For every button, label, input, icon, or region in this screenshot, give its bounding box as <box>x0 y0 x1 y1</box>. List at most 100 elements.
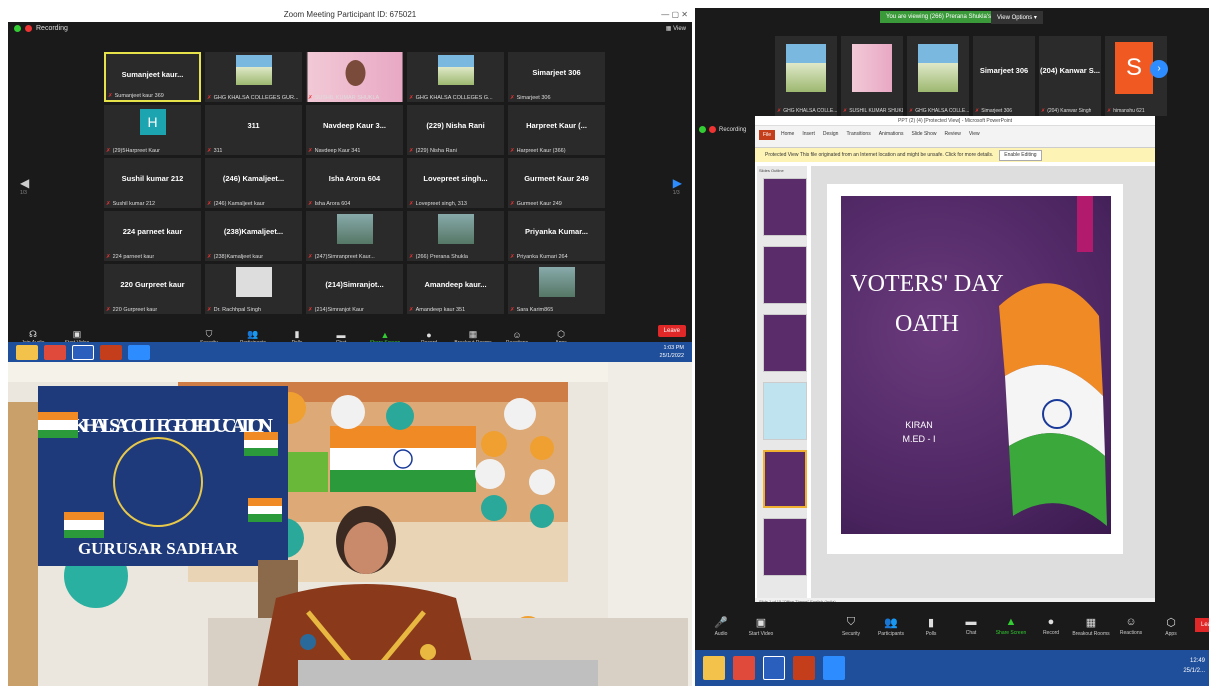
slide-thumb[interactable] <box>763 178 807 236</box>
polls-icon: ▮ <box>294 329 300 339</box>
participant-tile[interactable]: 220 Gurpreet kaur ✗ 220 Gurpreet kaur <box>104 264 201 314</box>
participant-tile[interactable]: ✗ SUSHIL KUMAR SHUKLA <box>306 52 403 102</box>
powerpoint-icon[interactable] <box>793 656 815 680</box>
participant-tile[interactable]: ✗ GHG KHALSA COLLE... <box>775 36 837 116</box>
participant-tile[interactable]: Amandeep kaur... ✗ Amandeep kaur 351 <box>407 264 504 314</box>
next-page-arrow[interactable]: ▶ 1/3 <box>673 176 682 196</box>
participant-tile[interactable]: ✗ GHG KHALSA COLLEGES G... <box>407 52 504 102</box>
slide-thumb[interactable] <box>763 450 807 508</box>
participant-tile[interactable]: ✗ GHG KHALSA COLLEGES GUR... <box>205 52 302 102</box>
participant-tile[interactable]: ✗ Sara Karim865 <box>508 264 605 314</box>
audio-button[interactable]: 🎤 Audio <box>701 616 741 637</box>
muted-mic-icon: ✗ <box>409 201 414 207</box>
participant-caption: ✗ (246) Kamaljeet kaur <box>207 201 265 207</box>
muted-mic-icon: ✗ <box>207 307 212 313</box>
slide-thumb[interactable] <box>763 518 807 576</box>
ribbon-tab[interactable]: View <box>969 131 980 137</box>
start-video-button[interactable]: ▣Start Video <box>741 616 781 637</box>
participant-tile[interactable]: (246) Kamaljeet... ✗ (246) Kamaljeet kaur <box>205 158 302 208</box>
participant-name: (246) Kamaljeet... <box>222 174 285 183</box>
polls-button[interactable]: ▮Polls <box>911 616 951 637</box>
ribbon-tab[interactable]: Transitions <box>846 131 870 137</box>
flag-graphic <box>999 283 1107 526</box>
apps-button[interactable]: ⬡Apps <box>1151 616 1191 637</box>
word-icon[interactable] <box>72 344 94 360</box>
participant-tile[interactable]: (229) Nisha Rani ✗ (229) Nisha Rani <box>407 105 504 155</box>
leave-button[interactable]: Leave <box>657 325 686 337</box>
classroom-photo: GHG KHALSA COLLEGE OF EDUCATION GURUSAR … <box>8 362 692 686</box>
ribbon-tab[interactable]: Insert <box>802 131 815 137</box>
chat-button[interactable]: ▬Chat <box>951 616 991 636</box>
muted-mic-icon: ✗ <box>1041 108 1046 114</box>
muted-mic-icon: ✗ <box>308 148 313 154</box>
participant-caption: ✗ (204) Kanwar Singh <box>1041 108 1092 114</box>
participant-tile[interactable]: ✗ (247)Simranpreet Kaur... <box>306 211 403 261</box>
participant-name: (214)Simranjot... <box>325 280 384 289</box>
ribbon-tab[interactable]: Animations <box>879 131 904 137</box>
word-icon[interactable] <box>763 656 785 680</box>
muted-mic-icon: ✗ <box>510 254 515 260</box>
prev-page-arrow[interactable]: ◀ 1/3 <box>20 176 29 196</box>
participant-tile[interactable]: (214)Simranjot... ✗ (214)Simranjot Kaur <box>306 264 403 314</box>
participant-tile[interactable]: ✗ SUSHIL KUMAR SHUKLA <box>841 36 903 116</box>
participant-tile[interactable]: 311 ✗ 311 <box>205 105 302 155</box>
slide-thumb[interactable] <box>763 382 807 440</box>
reactions-button[interactable]: ☺Reactions <box>1111 616 1151 636</box>
share-screen-icon: ▲ <box>380 330 390 340</box>
slide-thumb[interactable] <box>763 314 807 372</box>
participant-tile[interactable]: (204) Kanwar S... ✗ (204) Kanwar Singh <box>1039 36 1101 116</box>
participant-tile[interactable]: Gurmeet Kaur 249 ✗ Gurmeet Kaur 249 <box>508 158 605 208</box>
view-options-button[interactable]: View Options ▾ <box>991 11 1043 24</box>
participant-caption: ✗ 220 Gurpreet kaur <box>106 307 158 313</box>
chrome-icon[interactable] <box>733 656 755 680</box>
ribbon-tab[interactable]: Home <box>781 131 794 137</box>
participant-name: 220 Gurpreet kaur <box>120 280 185 289</box>
participant-avatar: S <box>1115 42 1153 94</box>
slide-accent <box>1077 196 1093 252</box>
breakout-rooms-button[interactable]: ▦Breakout Rooms <box>1071 616 1111 637</box>
record-button[interactable]: ●Record <box>1031 616 1071 636</box>
security-button[interactable]: ⛉Security <box>831 616 871 637</box>
participant-tile[interactable]: ✗ GHG KHALSA COLLE... <box>907 36 969 116</box>
participant-tile[interactable]: H ✗ (29)5Harpreet Kaur <box>104 105 201 155</box>
file-explorer-icon[interactable] <box>16 344 38 360</box>
zoom-icon[interactable] <box>128 344 150 360</box>
participant-tile[interactable]: Sumanjeet kaur... ✗ Sumanjeet kaur 369 <box>104 52 201 102</box>
ribbon-tab[interactable]: Design <box>823 131 839 137</box>
window-controls[interactable]: — ▢ ✕ <box>661 8 688 22</box>
participant-tile[interactable]: Lovepreet singh... ✗ Lovepreet singh, 313 <box>407 158 504 208</box>
participant-tile[interactable]: Navdeep Kaur 3... ✗ Navdeep Kaur 341 <box>306 105 403 155</box>
powerpoint-icon[interactable] <box>100 344 122 360</box>
thumbs-tabs[interactable]: Slides Outline <box>757 166 807 175</box>
participant-tile[interactable]: Simarjeet 306 ✗ Simarjeet 306 <box>508 52 605 102</box>
share-screen-button[interactable]: ▲Share Screen <box>991 616 1031 636</box>
file-menu[interactable]: File <box>759 130 776 140</box>
zoom-icon[interactable] <box>823 656 845 680</box>
zoom-window-left: Zoom Meeting Participant ID: 675021— ▢ ✕… <box>8 8 692 362</box>
ribbon-tab[interactable]: Review <box>944 131 960 137</box>
participant-tile[interactable]: (238)Kamaljeet... ✗ (238)Kamaljeet kaur <box>205 211 302 261</box>
slide-thumb[interactable] <box>763 246 807 304</box>
participant-tile[interactable]: 224 parneet kaur ✗ 224 parneet kaur <box>104 211 201 261</box>
file-explorer-icon[interactable] <box>703 656 725 680</box>
ribbon-tab[interactable]: Slide Show <box>911 131 936 137</box>
next-participants-button[interactable]: › <box>1150 60 1168 78</box>
participant-caption: ✗ Gurmeet Kaur 249 <box>510 201 562 207</box>
participant-tile[interactable]: Priyanka Kumar... ✗ Priyanka Kumari 264 <box>508 211 605 261</box>
participants-button[interactable]: 👥Participants <box>871 616 911 637</box>
participant-tile[interactable]: Sushil kumar 212 ✗ Sushil kumar 212 <box>104 158 201 208</box>
participant-tile[interactable]: Harpreet Kaur (... ✗ Harpreet Kaur (366) <box>508 105 605 155</box>
view-button[interactable]: ▦ View <box>666 25 686 32</box>
enable-editing-button[interactable]: Enable Editing <box>999 150 1042 161</box>
participant-caption: ✗ himanshu 621 <box>1107 108 1145 114</box>
participant-tile[interactable]: ✗ (266) Prerana Shukla <box>407 211 504 261</box>
join-audio-icon: ☊ <box>29 329 37 339</box>
participant-tile[interactable]: Simarjeet 306 ✗ Simarjeet 306 <box>973 36 1035 116</box>
chrome-icon[interactable] <box>44 344 66 360</box>
participant-tile[interactable]: Isha Arora 604 ✗ Isha Arora 604 <box>306 158 403 208</box>
participant-tile[interactable]: ✗ Dr. Rachhpal Singh <box>205 264 302 314</box>
current-slide[interactable]: VOTERS' DAY OATH KIRAN M.ED - I <box>827 184 1123 554</box>
leave-button-right[interactable]: Leave <box>1195 618 1209 632</box>
shield-icon <box>14 25 21 32</box>
security-icon: ⛉ <box>846 615 856 628</box>
